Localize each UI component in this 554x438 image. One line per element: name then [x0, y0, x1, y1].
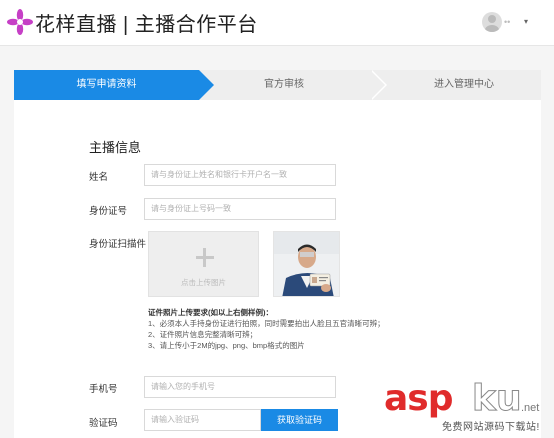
verification-code-field[interactable]: 请输入验证码 [144, 409, 261, 431]
step-separator-inner [370, 70, 385, 100]
section-title: 主播信息 [89, 140, 142, 155]
phone-field[interactable]: 请输入您的手机号 [144, 376, 336, 398]
get-code-button[interactable]: 获取验证码 [261, 409, 338, 431]
person-holding-id-icon [274, 232, 339, 296]
user-name[interactable]: •• [504, 17, 510, 27]
id-scan-label: 身份证扫描件 [89, 239, 147, 250]
upload-hint: 点击上传图片 [181, 278, 226, 287]
step-official-review: 官方审核 [264, 79, 304, 90]
sample-id-photo [273, 231, 340, 297]
id-number-field[interactable]: 请与身份证上号码一致 [144, 198, 336, 220]
name-label: 姓名 [89, 172, 109, 183]
avatar-icon [485, 15, 499, 32]
code-label: 验证码 [89, 418, 118, 429]
upload-requirements: 证件照片上传要求(如以上右侧样例)： 1、必须本人手持身份证进行拍照，同时需要拍… [148, 307, 385, 351]
brand-title: 花样直播 | 主播合作平台 [35, 14, 258, 36]
step-fill-application: 填写申请资料 [14, 70, 199, 100]
progress-steps: 填写申请资料 官方审核 进入管理中心 [14, 70, 541, 100]
requirement-item: 3、请上传小于2M的jpg、png、bmp格式的图片 [148, 341, 305, 350]
id-scan-upload-button[interactable]: 点击上传图片 [148, 231, 259, 297]
id-number-label: 身份证号 [89, 206, 128, 217]
requirements-heading: 证件照片上传要求(如以上右侧样例)： [148, 308, 273, 317]
avatar[interactable] [482, 12, 502, 32]
requirement-item: 1、必须本人手持身份证进行拍照，同时需要拍出人脸且五官清晰可辨； [148, 319, 385, 328]
user-menu[interactable]: •• ▾ [482, 11, 530, 35]
step-arrow [199, 70, 214, 100]
name-field[interactable]: 请与身份证上姓名和银行卡开户名一致 [144, 164, 336, 186]
step-enter-management: 进入管理中心 [434, 79, 494, 90]
plus-icon-vertical [203, 248, 206, 267]
flower-logo-icon [7, 9, 33, 35]
requirement-item: 2、证件照片信息完整清晰可辨； [148, 330, 258, 339]
top-bar: 花样直播 | 主播合作平台 •• ▾ [0, 0, 554, 46]
chevron-down-icon[interactable]: ▾ [524, 17, 528, 26]
phone-label: 手机号 [89, 384, 118, 395]
